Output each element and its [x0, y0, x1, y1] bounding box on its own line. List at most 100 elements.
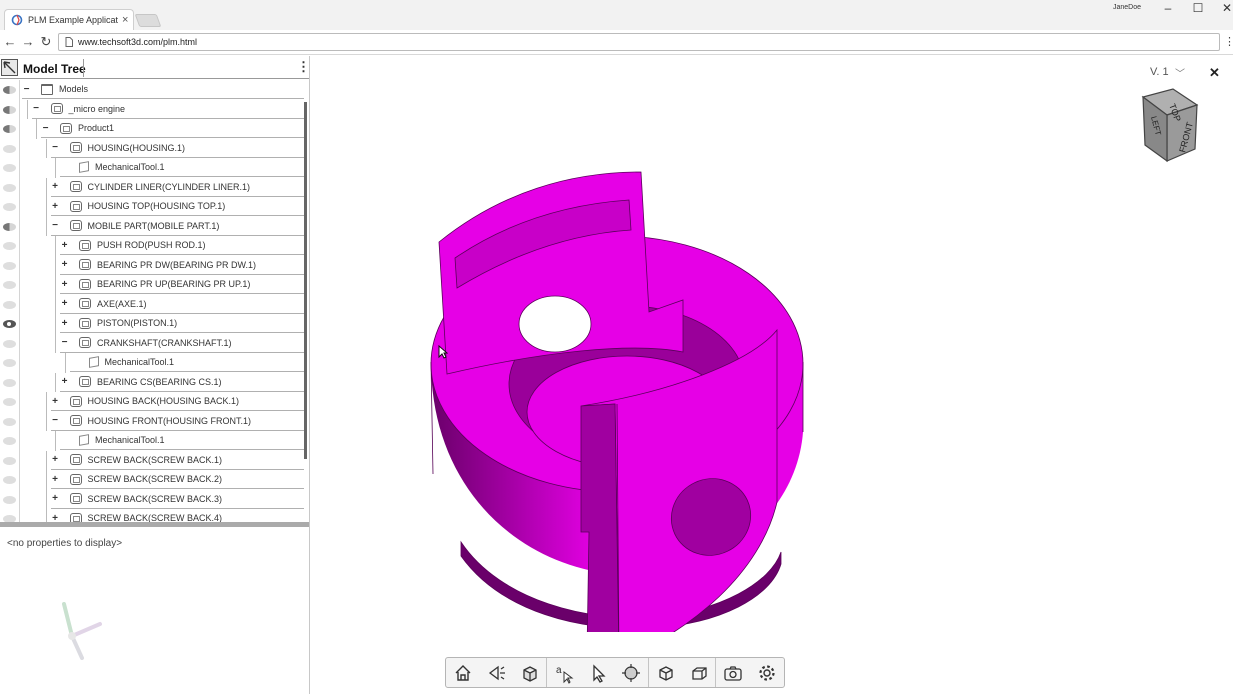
visibility-eye-icon[interactable] [3, 359, 16, 367]
tree-node[interactable]: + PUSH ROD(PUSH ROD.1) [60, 236, 304, 255]
tree-node[interactable]: + SCREW BACK(SCREW BACK.2) [50, 470, 304, 489]
expand-icon[interactable]: + [51, 201, 60, 212]
viewer-close-icon[interactable]: ✕ [1209, 65, 1220, 81]
expand-icon[interactable]: + [60, 298, 69, 309]
home-button[interactable] [446, 658, 480, 687]
model-tree-menu-icon[interactable]: ⋮ [297, 59, 310, 75]
3d-model-housing[interactable] [421, 112, 821, 632]
tree-node[interactable]: − Product1 [41, 119, 304, 138]
tree-node[interactable]: MechanicalTool.1 [69, 353, 304, 372]
tree-node[interactable]: + BEARING CS(BEARING CS.1) [60, 373, 304, 392]
visibility-eye-icon[interactable] [3, 125, 16, 133]
explode-button[interactable] [615, 658, 649, 687]
expand-icon[interactable]: + [51, 396, 60, 407]
visibility-eye-icon[interactable] [3, 105, 16, 114]
model-tree-scrollbar[interactable] [304, 102, 307, 459]
tree-node[interactable]: + BEARING PR UP(BEARING PR UP.1) [60, 275, 304, 294]
expand-icon[interactable]: + [51, 454, 60, 465]
visibility-eye-icon[interactable] [3, 417, 16, 426]
tree-node[interactable]: + AXE(AXE.1) [60, 295, 304, 314]
model-tree-title[interactable]: Model Tree [23, 62, 86, 76]
visibility-eye-icon[interactable] [3, 320, 16, 328]
tree-node[interactable]: − MOBILE PART(MOBILE PART.1) [50, 217, 304, 236]
expand-icon[interactable]: + [60, 279, 69, 290]
expand-icon[interactable]: + [51, 513, 60, 523]
collapse-icon[interactable]: − [51, 220, 60, 231]
chevron-down-icon[interactable]: ﹀ [1175, 65, 1185, 80]
visibility-eye-icon[interactable] [3, 281, 16, 289]
model-face[interactable] [518, 295, 592, 353]
tree-node[interactable]: + HOUSING BACK(HOUSING BACK.1) [50, 392, 304, 411]
collapse-icon[interactable]: − [22, 84, 31, 95]
visibility-eye-icon[interactable] [3, 144, 16, 153]
visibility-eye-icon[interactable] [3, 300, 16, 309]
expand-icon[interactable]: + [51, 493, 60, 504]
tree-node[interactable]: + CYLINDER LINER(CYLINDER LINER.1) [50, 178, 304, 197]
panel-divider[interactable] [0, 522, 309, 527]
tree-node[interactable]: + HOUSING TOP(HOUSING TOP.1) [50, 197, 304, 216]
visibility-eye-icon[interactable] [3, 515, 16, 522]
3d-viewer[interactable]: V. 1 ﹀ ✕ TOP FRONT LEFT a [311, 56, 1233, 694]
version-label[interactable]: V. 1 [1150, 66, 1169, 78]
visibility-eye-icon[interactable] [3, 86, 16, 94]
reload-icon[interactable]: ↻ [38, 34, 54, 50]
model-face[interactable] [580, 403, 619, 632]
browser-menu-icon[interactable]: ⋮ [1224, 35, 1233, 48]
expand-icon[interactable]: + [60, 376, 69, 387]
visibility-eye-icon[interactable] [3, 222, 16, 231]
close-window-icon[interactable]: ✕ [1219, 1, 1233, 15]
visibility-eye-icon[interactable] [3, 437, 16, 445]
tree-node[interactable]: − _micro engine [31, 100, 304, 119]
snapshot-button[interactable] [716, 658, 750, 687]
visibility-eye-icon[interactable] [3, 339, 16, 348]
expand-icon[interactable]: + [60, 259, 69, 270]
select-button[interactable] [581, 658, 615, 687]
tree-node[interactable]: + SCREW BACK(SCREW BACK.3) [50, 490, 304, 509]
tree-node[interactable]: MechanicalTool.1 [60, 431, 304, 450]
forward-icon[interactable]: → [20, 34, 36, 49]
new-tab-button[interactable] [134, 14, 162, 27]
draw-mode-button[interactable] [514, 658, 548, 687]
tree-node[interactable]: + BEARING PR DW(BEARING PR DW.1) [60, 256, 304, 275]
visibility-eye-icon[interactable] [3, 203, 16, 211]
expand-icon[interactable]: + [51, 181, 60, 192]
browser-tab[interactable]: PLM Example Application × [4, 9, 134, 30]
cutting-plane-button[interactable] [683, 658, 717, 687]
model-browser-button[interactable] [649, 658, 683, 687]
markup-button[interactable]: a [547, 658, 581, 687]
collapse-icon[interactable]: − [51, 415, 60, 426]
expand-icon[interactable]: + [60, 240, 69, 251]
tree-node[interactable]: − CRANKSHAFT(CRANKSHAFT.1) [60, 334, 304, 353]
collapse-icon[interactable]: − [32, 103, 41, 114]
visibility-eye-icon[interactable] [3, 183, 16, 192]
visibility-eye-icon[interactable] [3, 456, 16, 465]
tree-node[interactable]: − HOUSING FRONT(HOUSING FRONT.1) [50, 412, 304, 431]
visibility-eye-icon[interactable] [3, 242, 16, 250]
expand-icon[interactable]: + [60, 318, 69, 329]
camera-button[interactable] [480, 658, 514, 687]
visibility-eye-icon[interactable] [3, 378, 16, 387]
collapse-icon[interactable]: − [51, 142, 60, 153]
navigation-cube[interactable]: TOP FRONT LEFT [1125, 87, 1205, 167]
visibility-eye-icon[interactable] [3, 261, 16, 270]
collapse-icon[interactable]: − [41, 123, 50, 134]
visibility-eye-icon[interactable] [3, 476, 16, 484]
model-tree-tab-icon[interactable] [1, 59, 18, 76]
url-field[interactable]: www.techsoft3d.com/plm.html [58, 33, 1220, 51]
visibility-eye-icon[interactable] [3, 398, 16, 406]
settings-button[interactable] [750, 658, 784, 687]
tree-node[interactable]: − Models [22, 80, 304, 99]
expand-icon[interactable]: + [51, 474, 60, 485]
tab-close-icon[interactable]: × [122, 14, 128, 26]
visibility-eye-icon[interactable] [3, 495, 16, 504]
tree-node[interactable]: + SCREW BACK(SCREW BACK.4) [51, 509, 305, 522]
tree-node[interactable]: − HOUSING(HOUSING.1) [50, 139, 304, 158]
tree-node[interactable]: MechanicalTool.1 [60, 158, 304, 177]
visibility-eye-icon[interactable] [3, 164, 16, 172]
maximize-icon[interactable]: ☐ [1190, 1, 1206, 15]
back-icon[interactable]: ← [2, 34, 18, 49]
tree-node[interactable]: + PISTON(PISTON.1) [60, 314, 304, 333]
minimize-icon[interactable]: – [1160, 1, 1176, 15]
collapse-icon[interactable]: − [60, 337, 69, 348]
tree-node[interactable]: + SCREW BACK(SCREW BACK.1) [50, 451, 304, 470]
